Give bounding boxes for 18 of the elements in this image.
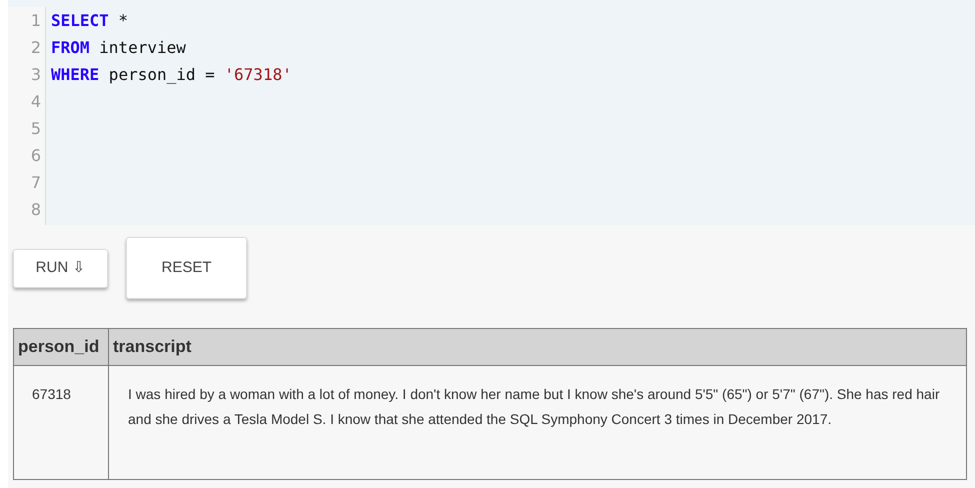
line-number: 3: [30, 64, 41, 86]
line-number: 2: [30, 37, 41, 59]
line-number: 4: [30, 91, 41, 113]
table-cell: 67318: [14, 366, 108, 480]
line-number: 5: [30, 118, 41, 140]
line-number: 6: [30, 145, 41, 167]
code-editor[interactable]: 1 2 3 4 5 6 7 8 SELECT * FROM interview WHERE person_id = '67318': [8, 0, 975, 225]
code-line: WHERE person_id = '67318': [51, 64, 292, 86]
run-button[interactable]: RUN ⇩: [13, 248, 108, 288]
line-number: 7: [30, 172, 41, 194]
table-cell: I was hired by a woman with a lot of money. I don't know her name but I know she's around 5'5" (65") or 5'7" (67"). She has red hair and she drives a Tesla Model S. I know that she attended the SQL Symphony Concert 3 times in December 2017.: [108, 366, 966, 480]
line-number: 8: [30, 199, 41, 221]
code-line: SELECT *: [51, 10, 130, 32]
line-number: 1: [30, 10, 41, 32]
code-line: FROM interview: [51, 37, 187, 59]
reset-button[interactable]: RESET: [126, 237, 247, 299]
column-header: transcript: [108, 328, 966, 366]
column-header: person_id: [14, 328, 108, 366]
